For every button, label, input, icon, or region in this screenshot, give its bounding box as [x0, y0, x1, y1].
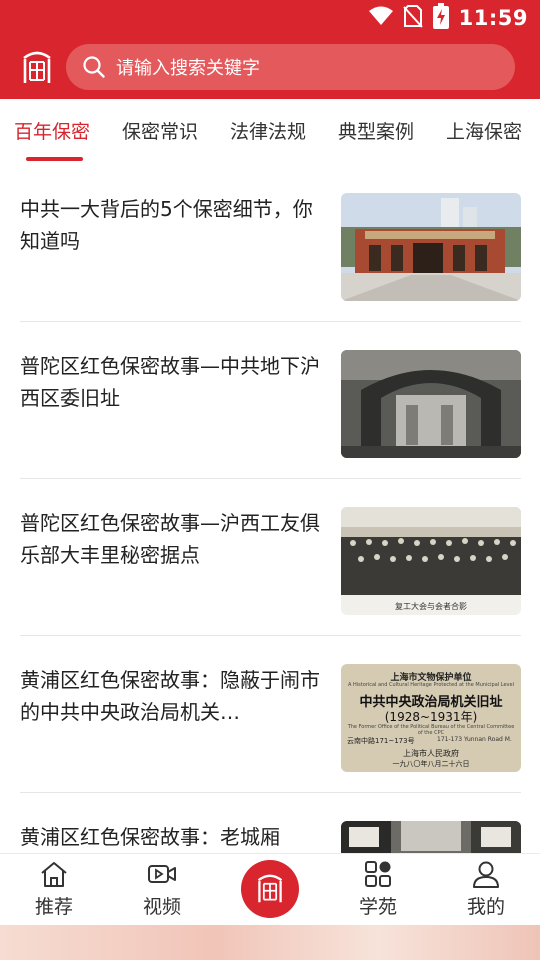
nav-label: 视频	[142, 896, 181, 918]
tab-baomi-changshi[interactable]: 保密常识	[122, 117, 198, 144]
nav-label: 学苑	[358, 896, 397, 918]
thumb-caption: 复工大会与会者合影	[395, 602, 467, 611]
article-list: 中共一大背后的5个保密细节，你知道吗 普陀区红色保密故事—中共地下沪西区委旧址	[0, 165, 540, 853]
heritage-plaque-photo: 上海市文物保护单位 A Historical and Cultural Heri…	[341, 664, 521, 772]
nav-video[interactable]: 视频	[122, 860, 202, 919]
bottom-decor-strip	[0, 925, 540, 960]
article-item[interactable]: 普陀区红色保密故事—中共地下沪西区委旧址	[20, 322, 521, 479]
article-item[interactable]: 黄浦区红色保密故事：隐蔽于闹市的中共中央政治局机关… 上海市文物保护单位 A H…	[20, 636, 521, 793]
article-title: 中共一大背后的5个保密细节，你知道吗	[20, 197, 313, 253]
active-tab-indicator	[26, 157, 83, 161]
battery-charging-icon	[432, 3, 449, 33]
article-item[interactable]: 普陀区红色保密故事—沪西工友俱乐部大丰里秘密据点 复工大会与会者合影	[20, 479, 521, 636]
search-icon	[83, 56, 105, 78]
plaque-address-en: 171-173 Yunnan Road M.	[437, 736, 512, 743]
plaque-years: (1928~1931年)	[384, 710, 478, 724]
app-header: 请输入搜索关键字	[0, 36, 540, 99]
article-title: 普陀区红色保密故事—中共地下沪西区委旧址	[20, 354, 320, 410]
article-item[interactable]: 中共一大背后的5个保密细节，你知道吗	[20, 165, 521, 322]
tab-bainian-baomi[interactable]: 百年保密	[14, 117, 90, 144]
article-title: 普陀区红色保密故事—沪西工友俱乐部大丰里秘密据点	[20, 511, 320, 567]
tab-dianxing-anli[interactable]: 典型案例	[338, 117, 414, 144]
old-alley-archway-photo	[341, 350, 521, 458]
user-icon	[473, 861, 499, 888]
home-icon	[41, 862, 67, 887]
plaque-english-top: A Historical and Cultural Heritage Prote…	[348, 682, 514, 688]
group-photo: 复工大会与会者合影	[341, 507, 521, 615]
search-bar[interactable]: 请输入搜索关键字	[66, 44, 515, 90]
red-brick-memorial-hall-photo	[341, 193, 521, 301]
plaque-issuer: 上海市人民政府	[403, 749, 459, 758]
center-seal-button[interactable]	[241, 860, 299, 918]
nav-label: 我的	[466, 896, 505, 918]
no-sim-icon	[402, 4, 423, 32]
article-title: 黄浦区红色保密故事：老城厢	[20, 825, 280, 849]
status-time: 11:59	[458, 6, 528, 30]
nav-label: 推荐	[34, 896, 73, 918]
nav-mine[interactable]: 我的	[446, 860, 526, 919]
tab-falv-fagui[interactable]: 法律法规	[230, 117, 306, 144]
security-seal-logo[interactable]	[20, 50, 54, 86]
old-street-photo	[341, 821, 521, 853]
category-tabs: 百年保密 保密常识 法律法规 典型案例 上海保密	[0, 99, 540, 165]
wifi-icon	[368, 6, 393, 30]
status-icons: 11:59	[368, 3, 528, 33]
nav-recommend[interactable]: 推荐	[14, 860, 94, 919]
nav-academy[interactable]: 学苑	[338, 860, 418, 919]
video-icon	[148, 865, 176, 883]
bottom-navigation: 推荐 视频 学苑 我的	[0, 853, 540, 925]
article-item[interactable]: 黄浦区红色保密故事：老城厢	[20, 793, 521, 853]
article-title: 黄浦区红色保密故事：隐蔽于闹市的中共中央政治局机关…	[20, 668, 320, 724]
grid-icon	[365, 861, 391, 887]
tab-shanghai-baomi[interactable]: 上海保密	[446, 117, 522, 144]
search-placeholder: 请输入搜索关键字	[116, 58, 260, 79]
plaque-address: 云南中路171~173号	[347, 737, 415, 745]
status-bar: 11:59	[0, 0, 540, 36]
plaque-date: 一九八〇年八月二十六日	[392, 760, 470, 768]
plaque-english: The Former Office of the Political Burea…	[347, 724, 515, 736]
